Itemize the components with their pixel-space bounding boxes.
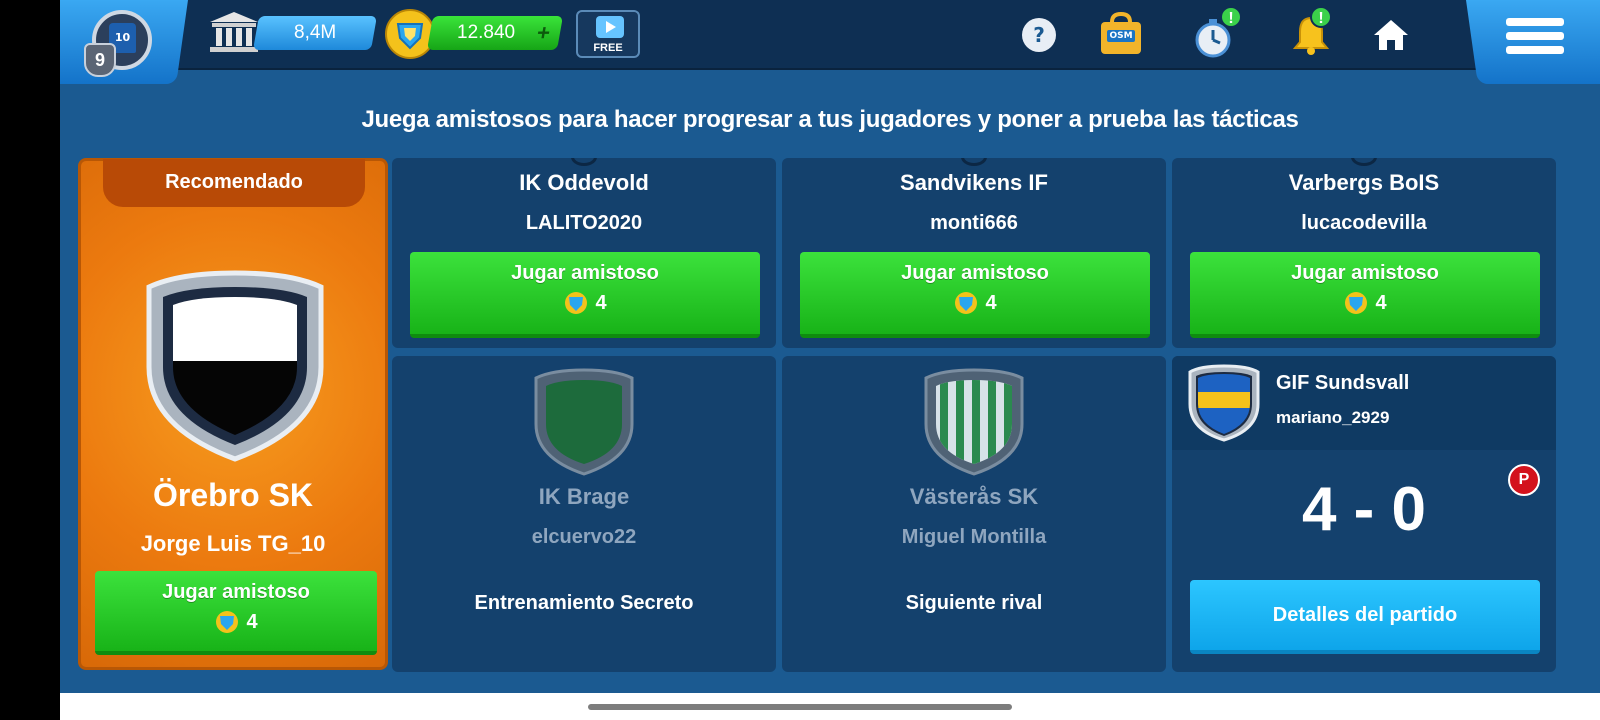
manager-name: LALITO2020 xyxy=(525,212,643,234)
coin-icon xyxy=(216,611,239,633)
crest-stub-icon xyxy=(571,158,597,166)
recommended-team-name: Örebro SK xyxy=(152,477,314,513)
free-label: FREE xyxy=(593,42,623,54)
recommended-card[interactable]: Recomendado Örebro SK Jorge Luis TG_10 J… xyxy=(78,158,388,670)
play-button-label: Jugar amistoso xyxy=(162,581,310,603)
manager-name: mariano_2929 xyxy=(1276,408,1390,427)
timer-notification-badge: ! xyxy=(1220,6,1242,28)
team-name: Sandvikens IF xyxy=(900,170,1048,195)
team-name: Varbergs BoIS xyxy=(1288,170,1440,195)
team-name: IK Brage xyxy=(538,484,630,509)
crest-stub-icon xyxy=(961,158,987,166)
manager-name: Miguel Montilla xyxy=(901,526,1047,548)
team-name: Västerås SK xyxy=(909,484,1039,509)
play-button-label: Jugar amistoso xyxy=(901,262,1049,284)
coin-icon xyxy=(385,9,435,59)
home-gesture-bar[interactable] xyxy=(588,704,1012,710)
match-score: 4 - 0 xyxy=(1301,475,1427,544)
card-caption: Siguiente rival xyxy=(905,592,1043,614)
coins-value: 12.840 xyxy=(456,22,516,43)
play-cost: 4 xyxy=(410,291,760,315)
team-crest-icon xyxy=(146,270,324,462)
play-cost-value: 4 xyxy=(985,291,997,314)
friendly-card[interactable]: Varbergs BoIS lucacodevilla Jugar amisto… xyxy=(1172,158,1556,348)
shop-label: OSM xyxy=(1109,31,1133,41)
recommended-manager-name: Jorge Luis TG_10 xyxy=(140,531,326,556)
level-badge: 9 xyxy=(84,43,116,77)
result-header: GIF Sundsvall mariano_2929 xyxy=(1172,356,1556,450)
play-cost-value: 4 xyxy=(1375,291,1387,314)
team-crest-icon xyxy=(924,368,1024,476)
play-button-label: Jugar amistoso xyxy=(511,262,659,284)
play-friendly-button[interactable]: Jugar amistoso 4 xyxy=(410,252,760,338)
play-cost: 4 xyxy=(1190,291,1540,315)
coin-icon xyxy=(565,292,588,314)
play-cost: 4 xyxy=(800,291,1150,315)
crest-stub-icon xyxy=(1351,158,1377,166)
money-display[interactable]: 8,4M xyxy=(253,16,377,50)
page-subtitle: Juega amistosos para hacer progresar a t… xyxy=(361,106,1299,133)
manager-name: monti666 xyxy=(930,212,1018,234)
game-screen: 10 9 8,4M 12.840 + FREE ? OSM ! ! Juega … xyxy=(60,0,1600,693)
video-icon xyxy=(596,16,624,38)
team-name: IK Oddevold xyxy=(519,170,649,195)
friendly-card[interactable]: IK Oddevold LALITO2020 Jugar amistoso 4 xyxy=(392,158,776,348)
free-coins-button[interactable]: FREE xyxy=(576,10,640,58)
play-button-label: Jugar amistoso xyxy=(1291,262,1439,284)
bank-icon xyxy=(210,12,258,52)
question-icon[interactable]: ? xyxy=(1020,16,1058,54)
play-cost-value: 4 xyxy=(246,610,258,633)
recommended-tag-label: Recomendado xyxy=(165,171,303,193)
recommended-tag: Recomendado xyxy=(103,159,365,207)
next-rival-card[interactable]: Västerås SK Miguel Montilla Siguiente ri… xyxy=(782,356,1166,672)
play-friendly-button[interactable]: Jugar amistoso 4 xyxy=(1190,252,1540,338)
recommended-play-button[interactable]: Jugar amistoso 4 xyxy=(95,571,377,655)
coin-icon xyxy=(1345,292,1368,314)
play-cost: 4 xyxy=(95,610,377,634)
play-cost-value: 4 xyxy=(595,291,607,314)
home-icon[interactable] xyxy=(1372,16,1410,54)
coin-icon xyxy=(955,292,978,314)
friendly-card[interactable]: Sandvikens IF monti666 Jugar amistoso 4 xyxy=(782,158,1166,348)
team-crest-icon xyxy=(1188,364,1260,442)
manager-name: lucacodevilla xyxy=(1301,212,1427,234)
last-result-card[interactable]: GIF Sundsvall mariano_2929 4 - 0 P Detal… xyxy=(1172,356,1556,672)
add-coins-icon[interactable]: + xyxy=(534,16,553,50)
manager-name: elcuervo22 xyxy=(531,526,637,548)
secret-training-card[interactable]: IK Brage elcuervo22 Entrenamiento Secret… xyxy=(392,356,776,672)
match-details-button[interactable]: Detalles del partido xyxy=(1190,580,1540,654)
svg-text:?: ? xyxy=(1033,23,1045,47)
card-caption: Entrenamiento Secreto xyxy=(474,592,694,614)
team-name: GIF Sundsvall xyxy=(1276,372,1410,394)
penalty-badge: P xyxy=(1508,464,1540,496)
shop-button[interactable]: OSM xyxy=(1098,11,1144,56)
bell-notification-badge: ! xyxy=(1310,6,1332,28)
team-crest-icon xyxy=(534,368,634,476)
coins-display[interactable]: 12.840 + xyxy=(427,16,563,50)
play-friendly-button[interactable]: Jugar amistoso 4 xyxy=(800,252,1150,338)
menu-icon[interactable] xyxy=(1506,18,1564,62)
money-value: 8,4M xyxy=(293,22,337,43)
